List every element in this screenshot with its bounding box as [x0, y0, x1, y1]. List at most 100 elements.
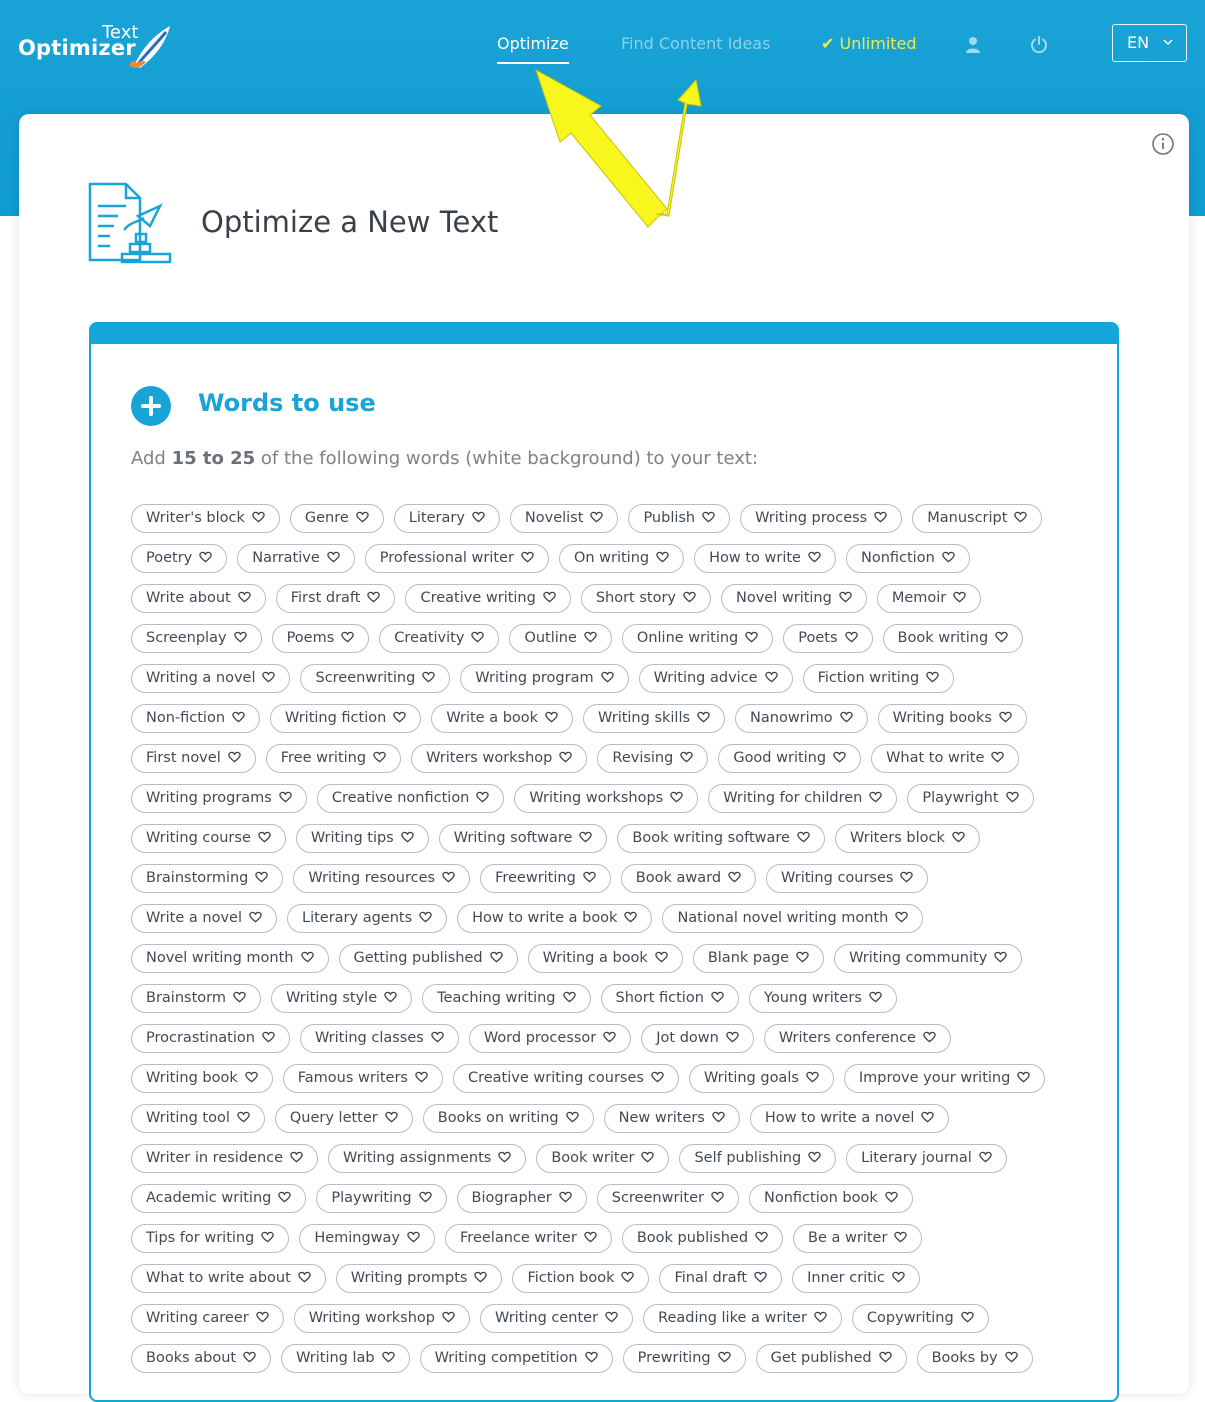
word-tag[interactable]: Writing style: [270, 984, 413, 1013]
heart-icon[interactable]: [839, 711, 853, 723]
heart-icon[interactable]: [921, 1111, 935, 1123]
word-tag[interactable]: Creative nonfiction: [316, 784, 505, 813]
heart-icon[interactable]: [498, 1151, 512, 1163]
word-tag[interactable]: Writing book: [131, 1064, 273, 1093]
word-tag[interactable]: Famous writers: [282, 1064, 443, 1093]
heart-icon[interactable]: [290, 1151, 303, 1163]
heart-icon[interactable]: [697, 711, 710, 723]
heart-icon[interactable]: [952, 831, 965, 843]
heart-icon[interactable]: [600, 671, 614, 683]
word-tag[interactable]: Literary: [393, 504, 500, 533]
heart-icon[interactable]: [814, 1311, 827, 1323]
word-tag[interactable]: Book writing: [882, 624, 1024, 653]
info-icon[interactable]: [1151, 132, 1175, 156]
heart-icon[interactable]: [407, 1231, 420, 1243]
heart-icon[interactable]: [717, 1351, 731, 1363]
heart-icon[interactable]: [471, 631, 485, 643]
nav-find-content-ideas[interactable]: Find Content Ideas: [621, 34, 770, 58]
heart-icon[interactable]: [712, 1111, 725, 1123]
heart-icon[interactable]: [393, 711, 407, 723]
heart-icon[interactable]: [923, 1031, 936, 1043]
heart-icon[interactable]: [422, 671, 436, 683]
word-tag[interactable]: Poets: [783, 624, 873, 653]
heart-icon[interactable]: [559, 1191, 572, 1203]
word-tag[interactable]: Short fiction: [600, 984, 739, 1013]
word-tag[interactable]: Writing classes: [299, 1024, 459, 1053]
word-tag[interactable]: Writing books: [877, 704, 1027, 733]
heart-icon[interactable]: [839, 591, 852, 603]
word-tag[interactable]: Writer's block: [131, 504, 280, 533]
word-tag[interactable]: Get published: [755, 1344, 907, 1373]
word-tag[interactable]: Screenwriter: [596, 1184, 740, 1213]
heart-icon[interactable]: [262, 671, 276, 683]
word-tag[interactable]: Writing tool: [131, 1104, 265, 1133]
word-tag[interactable]: Novel writing: [721, 584, 867, 613]
heart-icon[interactable]: [252, 511, 265, 523]
heart-icon[interactable]: [521, 551, 534, 563]
heart-icon[interactable]: [238, 591, 251, 603]
word-tag[interactable]: Reading like a writer: [643, 1304, 842, 1333]
word-tag[interactable]: Narrative: [237, 544, 355, 573]
word-tag[interactable]: Brainstorming: [131, 864, 284, 893]
word-tag[interactable]: Book award: [620, 864, 757, 893]
word-tag[interactable]: Freelance writer: [445, 1224, 612, 1253]
word-tag[interactable]: Creative writing: [405, 584, 571, 613]
heart-icon[interactable]: [584, 631, 597, 643]
heart-icon[interactable]: [261, 1231, 275, 1243]
word-tag[interactable]: Writing programs: [131, 784, 307, 813]
word-tag[interactable]: How to write: [694, 544, 836, 573]
heart-icon[interactable]: [233, 631, 247, 643]
word-tag[interactable]: Final draft: [659, 1264, 783, 1293]
word-tag[interactable]: Literary journal: [846, 1144, 1007, 1173]
nav-optimize[interactable]: Optimize: [497, 34, 569, 64]
heart-icon[interactable]: [844, 631, 858, 643]
heart-icon[interactable]: [885, 1191, 898, 1203]
heart-icon[interactable]: [584, 1351, 598, 1363]
word-tag[interactable]: Hemingway: [299, 1224, 436, 1253]
word-tag[interactable]: New writers: [603, 1104, 740, 1133]
heart-icon[interactable]: [621, 1271, 635, 1283]
word-tag[interactable]: What to write: [871, 744, 1020, 773]
heart-icon[interactable]: [565, 1111, 579, 1123]
heart-icon[interactable]: [367, 591, 381, 603]
word-tag[interactable]: Write a book: [431, 704, 574, 733]
word-tag[interactable]: Book writing software: [617, 824, 825, 853]
word-tag[interactable]: Fiction writing: [802, 664, 955, 693]
heart-icon[interactable]: [384, 991, 397, 1003]
heart-icon[interactable]: [278, 1191, 292, 1203]
word-tag[interactable]: Non-fiction: [131, 704, 261, 733]
heart-icon[interactable]: [605, 1311, 618, 1323]
word-tag[interactable]: Poetry: [131, 544, 228, 573]
word-tag[interactable]: Writing a book: [527, 944, 683, 973]
word-tag[interactable]: Procrastination: [131, 1024, 290, 1053]
heart-icon[interactable]: [474, 1271, 488, 1283]
heart-icon[interactable]: [745, 631, 758, 643]
word-tag[interactable]: How to write a book: [457, 904, 653, 933]
text-optimizer-logo[interactable]: Text Optimizer: [18, 22, 178, 74]
heart-icon[interactable]: [1017, 1071, 1031, 1083]
heart-icon[interactable]: [341, 631, 354, 643]
heart-icon[interactable]: [583, 871, 596, 883]
word-tag[interactable]: Getting published: [338, 944, 518, 973]
nav-unlimited[interactable]: ✔ Unlimited: [821, 34, 917, 58]
heart-icon[interactable]: [431, 1031, 444, 1043]
word-tag[interactable]: Creativity: [379, 624, 500, 653]
heart-icon[interactable]: [874, 511, 887, 523]
word-tag[interactable]: Playwright: [907, 784, 1034, 813]
power-icon[interactable]: [1029, 35, 1049, 55]
heart-icon[interactable]: [942, 551, 955, 563]
heart-icon[interactable]: [279, 791, 292, 803]
word-tag[interactable]: Short story: [580, 584, 711, 613]
heart-icon[interactable]: [999, 711, 1012, 723]
heart-icon[interactable]: [489, 951, 503, 963]
word-tag[interactable]: How to write a novel: [749, 1104, 950, 1133]
heart-icon[interactable]: [590, 511, 604, 523]
word-tag[interactable]: Writing competition: [419, 1344, 613, 1373]
word-tag[interactable]: Writers conference: [763, 1024, 951, 1053]
word-tag[interactable]: Literary agents: [286, 904, 448, 933]
heart-icon[interactable]: [237, 1111, 250, 1123]
heart-icon[interactable]: [476, 791, 490, 803]
word-tag[interactable]: Writing assignments: [328, 1144, 527, 1173]
user-icon[interactable]: [963, 35, 983, 55]
heart-icon[interactable]: [979, 1151, 992, 1163]
